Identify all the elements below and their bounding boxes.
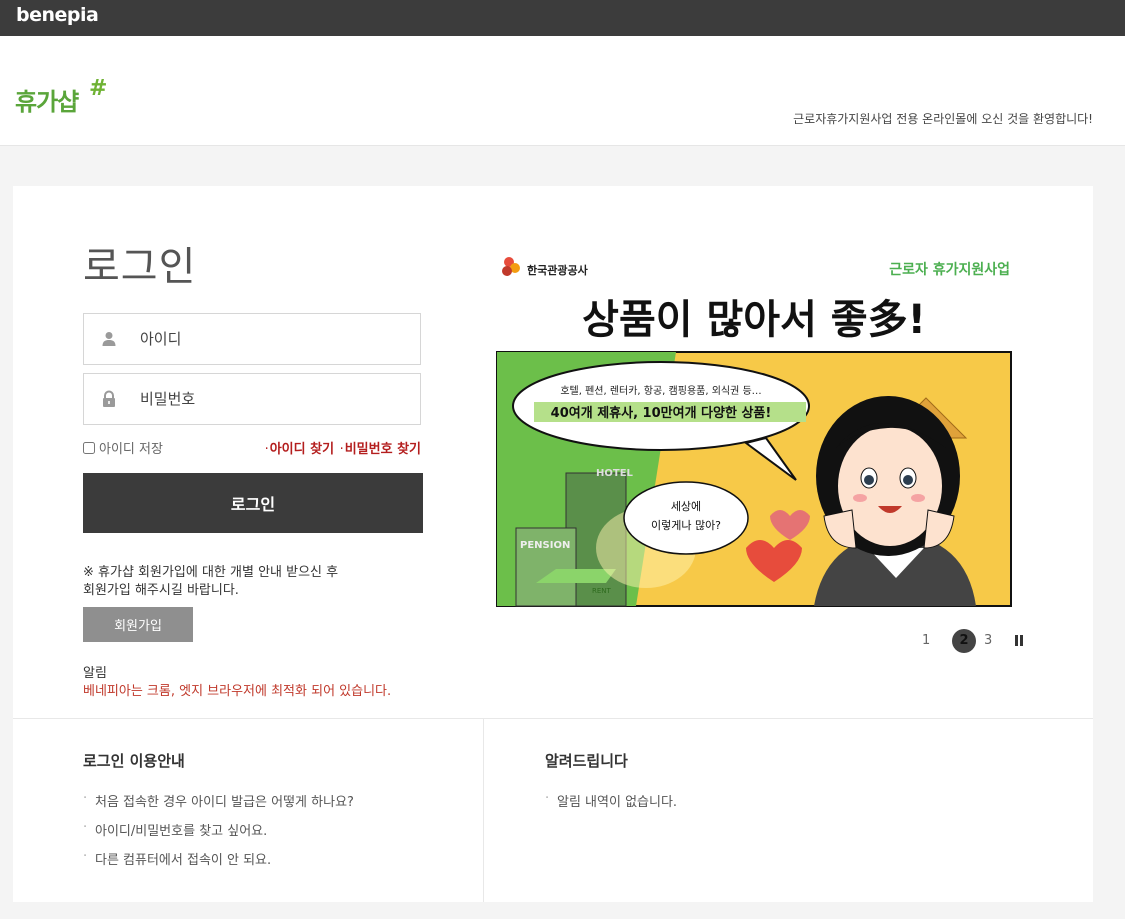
rent-car-label: RENT bbox=[592, 587, 612, 595]
guide-item[interactable]: 다른 컴퓨터에서 접속이 안 되요. bbox=[83, 849, 354, 878]
kto-logo bbox=[502, 257, 520, 276]
guide-item[interactable]: 아이디/비밀번호를 찾고 싶어요. bbox=[83, 820, 354, 849]
org-name: 한국관광공사 bbox=[527, 263, 589, 277]
welcome-message: 근로자휴가지원사업 전용 온라인몰에 오신 것을 환영합니다! bbox=[793, 112, 1093, 126]
benepia-logo[interactable]: benepia bbox=[16, 4, 99, 26]
id-input[interactable] bbox=[140, 326, 400, 352]
top-bar: benepia bbox=[0, 0, 1125, 36]
section-divider bbox=[13, 718, 1093, 719]
save-id-option[interactable]: 아이디 저장 bbox=[83, 438, 163, 457]
bubble-small-text: 호텔, 펜션, 렌터카, 항공, 캠핑용품, 외식권 등… bbox=[560, 385, 761, 397]
signup-notice: ※ 휴가샵 회원가입에 대한 개별 안내 받으신 후 회원가입 해주시길 바랍니… bbox=[83, 564, 403, 600]
find-id-link[interactable]: 아이디 찾기 bbox=[270, 442, 334, 457]
page-1-button[interactable]: 1 bbox=[922, 633, 930, 648]
side-bubble-line-1: 세상에 bbox=[671, 500, 701, 513]
page-2-button[interactable]: 2 bbox=[952, 629, 976, 653]
login-card: 로그인 아이디 저장 ·아이디 찾기 ·비밀번호 찾기 로그인 ※ 휴가샵 회원… bbox=[13, 186, 1093, 902]
login-guide-list: 처음 접속한 경우 아이디 발급은 어떻게 하나요? 아이디/비밀번호를 찾고 … bbox=[83, 791, 354, 878]
page-3-button[interactable]: 3 bbox=[984, 633, 992, 648]
logo-text: 휴가샵 bbox=[15, 88, 79, 116]
user-icon bbox=[102, 332, 116, 346]
side-speech-bubble bbox=[623, 481, 749, 555]
guide-item[interactable]: 처음 접속한 경우 아이디 발급은 어떻게 하나요? bbox=[83, 791, 354, 820]
login-button[interactable]: 로그인 bbox=[83, 473, 423, 533]
save-id-label: 아이디 저장 bbox=[99, 442, 163, 457]
alert-label: 알림 bbox=[83, 666, 107, 681]
hotel-sign: HOTEL bbox=[596, 468, 634, 479]
notice-line-1: ※ 휴가샵 회원가입에 대한 개별 안내 받으신 후 bbox=[83, 565, 339, 580]
signup-button[interactable]: 회원가입 bbox=[83, 607, 193, 642]
notices-title: 알려드립니다 bbox=[545, 752, 628, 770]
find-links: ·아이디 찾기 ·비밀번호 찾기 bbox=[264, 442, 421, 457]
bubble-main-text: 40여개 제휴사, 10만여개 다양한 상품! bbox=[551, 405, 772, 421]
logo-hash: # bbox=[89, 76, 108, 101]
column-divider bbox=[483, 718, 484, 902]
banner-headline: 상품이 많아서 좋多! bbox=[582, 297, 926, 343]
notice-line-2: 회원가입 해주시길 바랍니다. bbox=[83, 583, 239, 598]
save-id-checkbox[interactable] bbox=[83, 441, 95, 454]
page-title: 로그인 bbox=[83, 244, 197, 290]
lock-icon bbox=[103, 390, 115, 407]
hyugashop-logo[interactable]: 휴가샵 # bbox=[15, 76, 107, 122]
side-bubble-line-2: 이렇게나 많아? bbox=[651, 519, 721, 532]
banner-pagination: 1 2 3 bbox=[916, 629, 1046, 653]
pause-icon[interactable] bbox=[1014, 635, 1024, 646]
login-guide-title: 로그인 이용안내 bbox=[83, 752, 185, 770]
password-field[interactable] bbox=[83, 373, 421, 425]
site-header: 휴가샵 # 근로자휴가지원사업 전용 온라인몰에 오신 것을 환영합니다! bbox=[0, 36, 1125, 146]
notice-item: 알림 내역이 없습니다. bbox=[545, 791, 677, 820]
id-field[interactable] bbox=[83, 313, 421, 365]
browser-alert: 베네피아는 크롬, 엣지 브라우저에 최적화 되어 있습니다. bbox=[83, 684, 392, 699]
program-name: 근로자 휴가지원사업 bbox=[889, 262, 1010, 278]
pension-sign: PENSION bbox=[520, 540, 570, 551]
find-password-link[interactable]: 비밀번호 찾기 bbox=[345, 442, 421, 457]
promo-banner[interactable]: 한국관광공사 근로자 휴가지원사업 상품이 많아서 좋多! HOTEL PENS… bbox=[496, 248, 1012, 608]
notices-list: 알림 내역이 없습니다. bbox=[545, 791, 677, 820]
password-input[interactable] bbox=[140, 386, 400, 412]
